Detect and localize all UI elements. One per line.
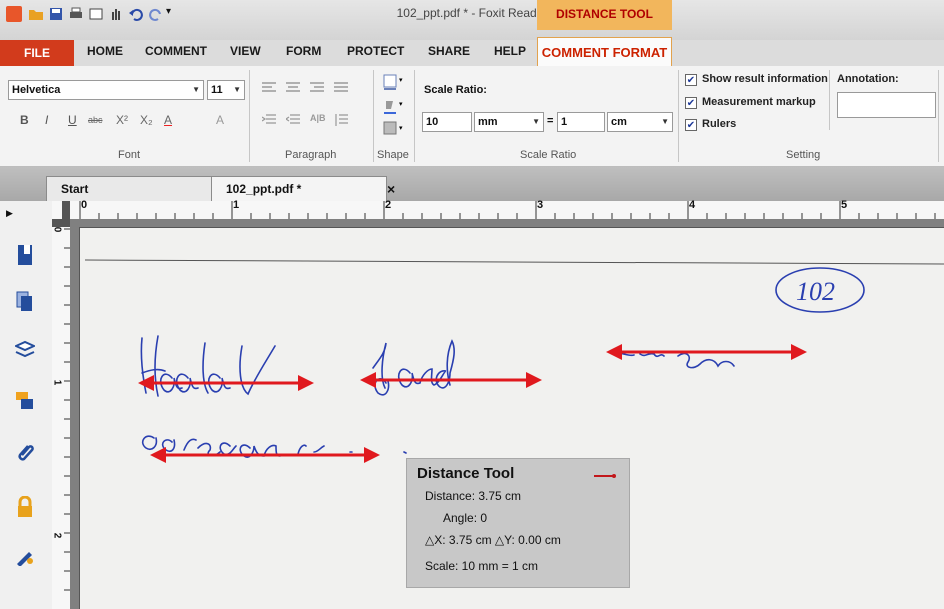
- bookmark-icon[interactable]: [14, 244, 36, 266]
- ruler-label: 3: [537, 199, 544, 211]
- measurement-markup-label: Measurement markup: [702, 96, 816, 108]
- ruler-label: 1: [51, 379, 63, 386]
- ruler-label: 5: [841, 199, 848, 211]
- tab-form[interactable]: FORM: [286, 44, 321, 58]
- svg-text:▾: ▾: [399, 125, 403, 132]
- underline-button[interactable]: U: [68, 113, 77, 127]
- document-tab-label: 102_ppt.pdf *: [226, 182, 302, 196]
- delta-readout: △X: 3.75 cm △Y: 0.00 cm: [425, 533, 561, 547]
- tab-document[interactable]: 102_ppt.pdf *: [211, 176, 387, 201]
- ruler-label: 0: [81, 199, 88, 211]
- tab-file[interactable]: FILE: [0, 40, 74, 66]
- expand-sidebar-icon[interactable]: ▶: [6, 208, 13, 219]
- angle-readout: Angle: 0: [443, 511, 488, 525]
- measurement-markup-checkbox[interactable]: ✔: [685, 97, 697, 109]
- line-spacing-icon[interactable]: [334, 114, 348, 129]
- divider: [373, 70, 374, 162]
- rulers-checkbox[interactable]: ✔: [685, 119, 697, 131]
- justify-icon[interactable]: [334, 82, 348, 97]
- tab-protect[interactable]: PROTECT: [347, 44, 404, 58]
- ruler-label: 4: [689, 199, 696, 211]
- popup-title: Distance Tool: [417, 465, 515, 482]
- page-line: [84, 259, 944, 265]
- paragraph-group-label: Paragraph: [285, 149, 337, 161]
- divider: [678, 70, 679, 162]
- svg-text:▾: ▾: [399, 101, 403, 108]
- layers-icon[interactable]: [13, 340, 37, 362]
- divider: [414, 70, 415, 162]
- font-size-select[interactable]: 11 ▼: [207, 80, 245, 100]
- window-title: 102_ppt.pdf * - Foxit Reader: [396, 6, 548, 20]
- text-color-button[interactable]: A: [164, 113, 172, 127]
- superscript-button[interactable]: X²: [116, 113, 128, 127]
- title-bar: ▾ 102_ppt.pdf * - Foxit Reader DISTANCE …: [0, 0, 944, 40]
- distance-tool-icon: [593, 471, 617, 483]
- fill-color-icon[interactable]: ▾: [383, 98, 407, 119]
- align-center-icon[interactable]: [286, 82, 300, 97]
- security-lock-icon[interactable]: [14, 495, 36, 518]
- show-result-label: Show result information: [702, 73, 828, 85]
- opacity-icon[interactable]: ▾: [383, 120, 407, 141]
- scale-ratio-group-label: Scale Ratio: [520, 149, 577, 161]
- scale-readout: Scale: 10 mm = 1 cm: [425, 559, 539, 573]
- outdent-icon[interactable]: [284, 114, 300, 129]
- indent-icon[interactable]: [261, 114, 276, 129]
- tab-share[interactable]: SHARE: [428, 44, 470, 58]
- character-spacing-icon[interactable]: A|B: [310, 113, 326, 123]
- handwritten-text: [140, 335, 735, 458]
- annotation-input[interactable]: [837, 92, 936, 118]
- circled-number: 102: [796, 277, 835, 306]
- show-result-checkbox[interactable]: ✔: [685, 74, 697, 86]
- ruler-label: 0: [51, 226, 63, 233]
- align-right-icon[interactable]: [310, 82, 324, 97]
- horizontal-ruler-ticks: [62, 201, 936, 219]
- tab-help[interactable]: HELP: [494, 44, 526, 58]
- tab-home[interactable]: HOME: [87, 44, 123, 58]
- font-group-label: Font: [118, 149, 141, 161]
- tab-start[interactable]: Start: [46, 176, 214, 201]
- scale-value-2-input[interactable]: 1: [557, 112, 605, 132]
- svg-text:▾: ▾: [399, 77, 403, 84]
- ribbon-tab-bar: [0, 40, 944, 67]
- close-tab-icon[interactable]: ×: [387, 181, 395, 197]
- distance-readout: Distance: 3.75 cm: [425, 489, 522, 503]
- ruler-label: 2: [385, 199, 392, 211]
- scale-ratio-heading: Scale Ratio:: [424, 84, 487, 96]
- distance-measurements: [138, 344, 807, 463]
- tab-view[interactable]: VIEW: [230, 44, 261, 58]
- align-left-icon[interactable]: [262, 82, 276, 97]
- border-color-icon[interactable]: ▾: [383, 74, 407, 95]
- bold-button[interactable]: B: [20, 113, 29, 127]
- context-tab-title: DISTANCE TOOL: [537, 0, 672, 30]
- tab-comment-format[interactable]: COMMENT FORMAT: [537, 37, 672, 67]
- comments-icon[interactable]: [14, 391, 36, 413]
- ruler-label: 2: [51, 532, 63, 539]
- divider: [829, 70, 830, 130]
- shape-group-label: Shape: [377, 149, 409, 161]
- distance-arrow: [606, 344, 807, 360]
- tab-comment[interactable]: COMMENT: [145, 44, 207, 58]
- distance-tool-popup: Distance Tool Distance: 3.75 cm Angle: 0…: [406, 458, 630, 588]
- divider: [249, 70, 250, 162]
- scale-unit-1-select[interactable]: mm ▼: [474, 112, 544, 132]
- setting-group-label: Setting: [786, 149, 821, 161]
- annotation-label: Annotation:: [837, 73, 899, 85]
- highlight-color-button[interactable]: A: [216, 113, 224, 127]
- divider: [938, 70, 939, 162]
- scale-unit-2-select[interactable]: cm ▼: [607, 112, 673, 132]
- attachment-icon[interactable]: [14, 443, 36, 465]
- vertical-ruler-ticks: [52, 219, 70, 591]
- ruler-label: 1: [233, 199, 240, 211]
- equals-sign: =: [547, 115, 554, 127]
- strikethrough-button[interactable]: abc: [88, 115, 103, 125]
- pages-icon[interactable]: [14, 291, 36, 313]
- distance-arrow: [360, 372, 542, 388]
- italic-button[interactable]: I: [45, 113, 48, 127]
- subscript-button[interactable]: X₂: [140, 113, 153, 127]
- signature-icon[interactable]: [14, 546, 36, 568]
- font-family-select[interactable]: Helvetica ▼: [8, 80, 204, 100]
- rulers-label: Rulers: [702, 118, 737, 130]
- scale-value-1-input[interactable]: 10: [422, 112, 472, 132]
